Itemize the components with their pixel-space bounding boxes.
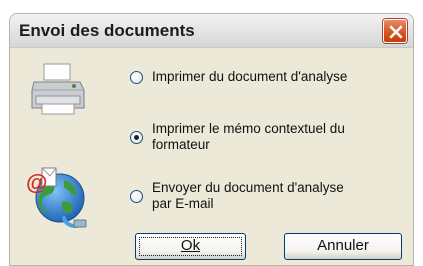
focus-rect — [139, 237, 242, 256]
radio-print-analysis[interactable] — [130, 70, 143, 84]
ok-button[interactable]: Ok — [135, 233, 246, 260]
option-print-analysis[interactable]: Imprimer du document d'analyse — [130, 69, 347, 85]
option-email-analysis-label: Envoyer du document d'analyse par E-mail — [152, 180, 344, 212]
option-print-analysis-line-1: Imprimer du document d'analyse — [152, 69, 348, 84]
svg-text:@: @ — [26, 170, 47, 195]
option-print-memo-line-1: Imprimer le mémo contextuel du — [152, 121, 345, 136]
radio-print-memo[interactable] — [130, 130, 143, 144]
cancel-button[interactable]: Annuler — [284, 233, 402, 260]
close-icon — [389, 25, 403, 39]
option-print-analysis-label: Imprimer du document d'analyse — [152, 69, 347, 85]
title-bar[interactable]: Envoi des documents — [10, 14, 413, 48]
option-email-analysis[interactable]: Envoyer du document d'analyse par E-mail — [130, 180, 344, 212]
printer-icon — [31, 63, 85, 115]
radio-email-analysis[interactable] — [130, 189, 143, 203]
option-print-memo-label: Imprimer le mémo contextuel du formateur — [152, 121, 345, 153]
option-email-analysis-line-2: par E-mail — [152, 196, 214, 211]
close-button[interactable] — [383, 19, 407, 43]
option-email-analysis-line-1: Envoyer du document d'analyse — [152, 180, 344, 195]
send-documents-dialog: Envoi des documents @ Imprimer du docume… — [9, 13, 414, 266]
dialog-title: Envoi des documents — [19, 21, 195, 40]
cancel-button-label: Annuler — [317, 237, 369, 254]
option-print-memo[interactable]: Imprimer le mémo contextuel du formateur — [130, 121, 345, 153]
email-globe-icon: @ — [26, 167, 87, 228]
option-print-memo-line-2: formateur — [152, 137, 210, 152]
